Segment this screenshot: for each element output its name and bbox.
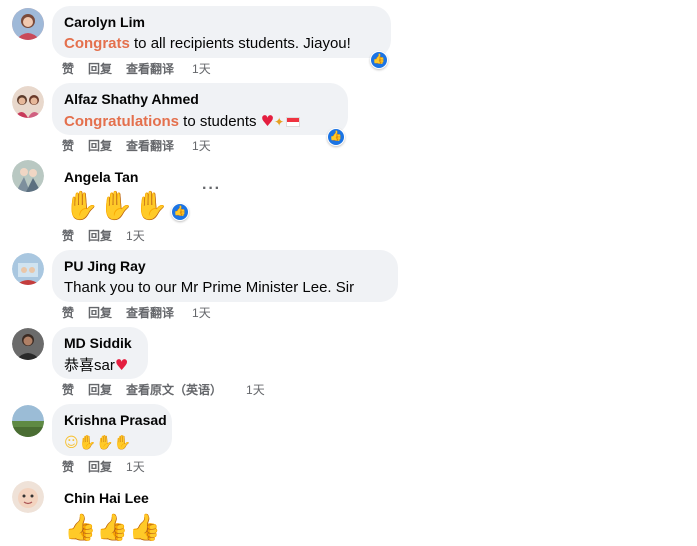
comment-author[interactable]: Carolyn Lim [64,13,379,31]
like-button[interactable]: 赞 [62,62,74,76]
timestamp[interactable]: 1天 [246,383,265,397]
comment-bubble: Carolyn Lim Congrats to all recipients s… [52,6,391,58]
clapping-hands-icon: ✋ [96,435,114,451]
like-button[interactable]: 赞 [62,139,74,153]
emoji-row: 👍👍👍 [64,511,180,544]
timestamp[interactable]: 1天 [126,460,145,474]
comment-bubble: PU Jing Ray Thank you to our Mr Prime Mi… [52,250,398,302]
reply-button[interactable]: 回复 [88,383,112,397]
comment-text: Congratulations to students ♥✦ [64,111,336,132]
comment-actions: 赞回复 查看翻译 1天 [62,305,225,321]
comment-actions: 赞回复 查看原文（英语） 1天 [62,382,279,398]
comment-text: Congrats to all recipients students. Jia… [64,34,379,54]
comment-author[interactable]: MD Siddik [64,334,136,352]
comment-bubble: MD Siddik 恭喜sar♥ [52,327,148,379]
reply-button[interactable]: 回复 [88,229,112,243]
emoji-row: ☺✋✋✋ [64,432,160,453]
comment-bubble: Alfaz Shathy Ahmed Congratulations to st… [52,83,348,135]
comment-bubble: Chin Hai Lee 👍👍👍 [52,482,192,544]
avatar[interactable] [12,328,44,360]
translate-button[interactable]: 查看翻译 [126,139,174,153]
timestamp[interactable]: 1天 [192,139,211,153]
comment-author[interactable]: Alfaz Shathy Ahmed [64,90,336,108]
like-thumb-icon[interactable]: 👍 [171,203,189,221]
red-heart-icon: ♥ [114,356,129,374]
timestamp[interactable]: 1天 [126,229,145,243]
avatar[interactable] [12,8,44,40]
comment-body: to all recipients students. Jiayou! [129,35,351,52]
translate-button[interactable]: 查看翻译 [126,306,174,320]
comment-author[interactable]: Krishna Prasad [64,411,167,429]
singapore-flag-icon [286,117,301,128]
translate-button[interactable]: 查看翻译 [126,62,174,76]
reply-button[interactable]: 回复 [88,306,112,320]
comment-body: to students [179,113,261,130]
like-thumb-icon[interactable]: 👍 [327,128,345,146]
clapping-hands-icon: ✋ [98,189,134,222]
see-original-button[interactable]: 查看原文（英语） [126,383,222,397]
comment-author[interactable]: Angela Tan [64,168,180,186]
reply-button[interactable]: 回复 [88,460,112,474]
like-thumb-icon[interactable]: 👍 [370,51,388,69]
smiling-face-icon: ☺ [64,435,79,451]
clapping-hands-icon: ✋ [78,435,97,451]
comment-bubble: Krishna Prasad ☺✋✋✋ [52,404,172,456]
comment-author[interactable]: PU Jing Ray [64,257,386,275]
comment-text: 恭喜sar♥ [64,355,136,376]
avatar[interactable] [12,253,44,285]
highlight-text: Congrats [64,35,130,52]
like-button[interactable]: 赞 [62,383,74,397]
avatar[interactable] [12,86,44,118]
more-options-icon[interactable]: ··· [202,180,221,198]
highlight-text: Congratulations [64,113,179,130]
comment-author[interactable]: Chin Hai Lee [64,489,180,507]
red-heart-icon: ♥ [260,112,275,130]
thumbs-up-icon: 👍 [64,513,97,543]
thumbs-up-icon: 👍 [128,513,162,543]
thumbs-up-icon: 👍 [96,513,129,543]
like-button[interactable]: 赞 [62,460,74,474]
comment-actions: 赞回复 1天 [62,228,159,244]
comment-actions: 赞回复 1天 [62,459,159,475]
timestamp[interactable]: 1天 [192,62,211,76]
avatar[interactable] [12,160,44,192]
timestamp[interactable]: 1天 [192,306,211,320]
comment-text: Thank you to our Mr Prime Minister Lee. … [64,279,355,296]
comment-actions: 赞回复 查看翻译 1天 [62,61,225,77]
comment-actions: 赞回复 查看翻译 1天 [62,138,225,154]
like-button[interactable]: 赞 [62,229,74,243]
party-popper-icon: ✦ [274,115,285,129]
emoji-row: ✋✋✋ [64,190,180,222]
clapping-hands-icon: ✋ [133,189,169,222]
reply-button[interactable]: 回复 [88,139,112,153]
avatar[interactable] [12,405,44,437]
clapping-hands-icon: ✋ [64,189,99,222]
like-button[interactable]: 赞 [62,306,74,320]
clapping-hands-icon: ✋ [113,435,131,451]
reply-button[interactable]: 回复 [88,62,112,76]
comment-body: 恭喜sar [64,357,115,374]
avatar[interactable] [12,481,44,513]
